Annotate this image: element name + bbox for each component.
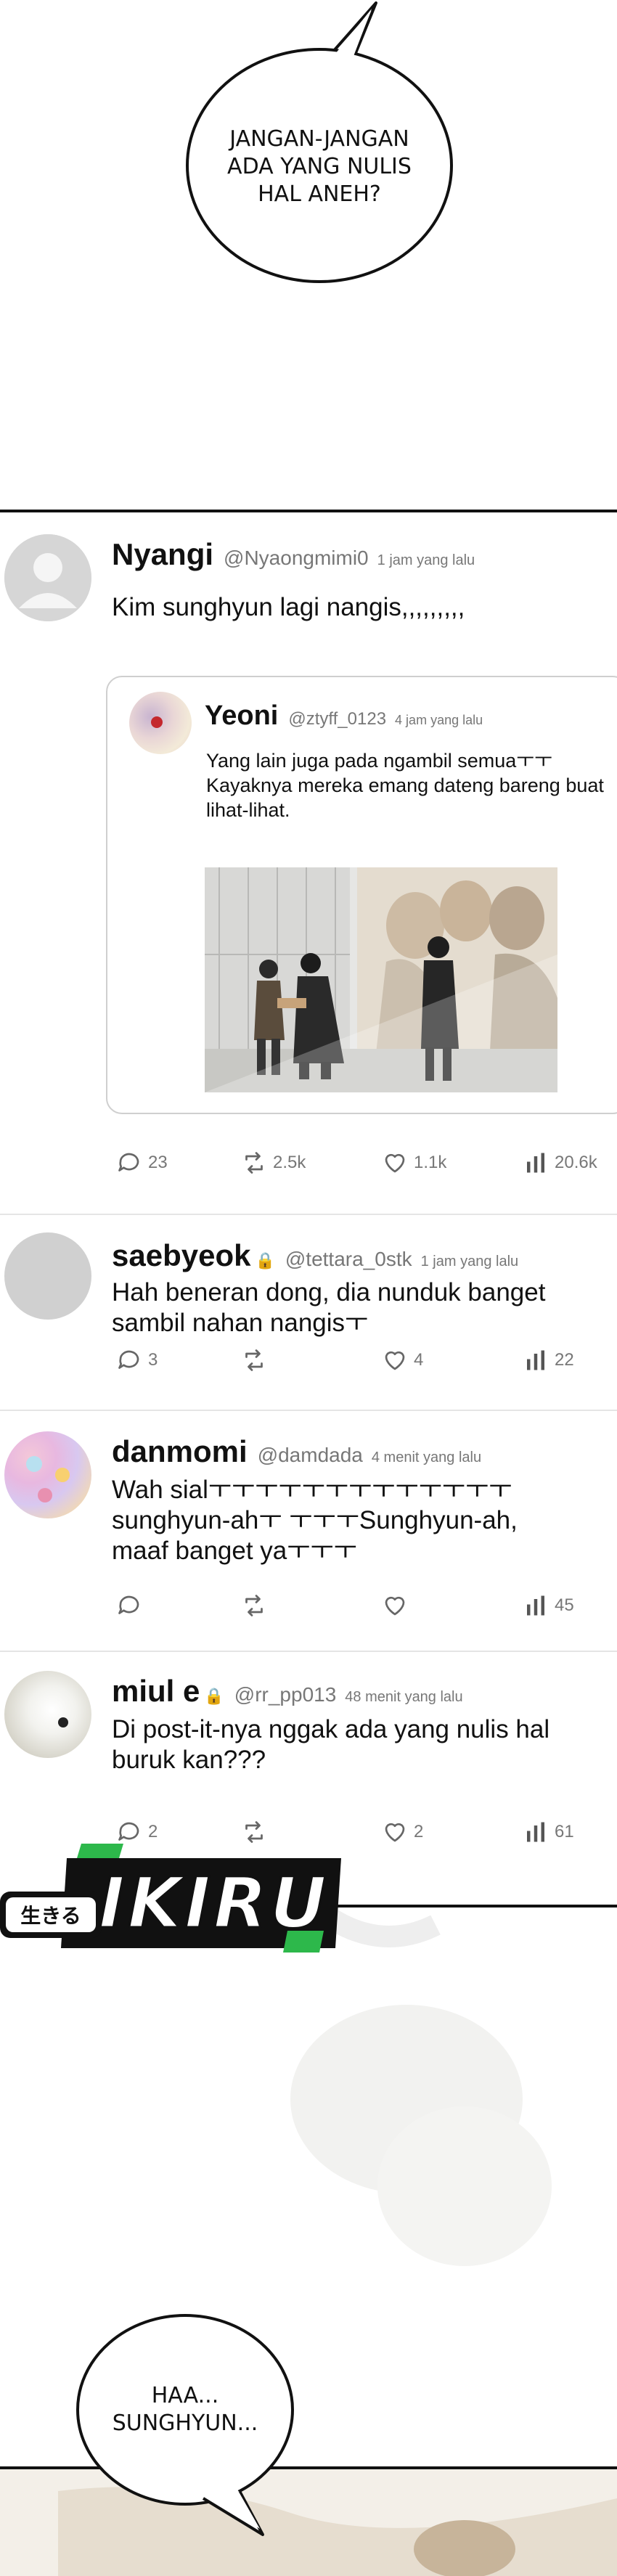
like-count: 1.1k [414, 1153, 447, 1172]
heart-icon [385, 1153, 405, 1173]
heart-icon [385, 1596, 405, 1616]
quoted-author: Yeoni @ztyff_0123 4 jam yang lalu [205, 700, 483, 732]
author-name[interactable]: saebyeok [112, 1238, 250, 1272]
logo-word: IKIRU [98, 1862, 330, 1945]
quoted-avatar[interactable] [129, 692, 192, 754]
author-name[interactable]: Nyangi [112, 537, 213, 571]
reply-icon [118, 1350, 139, 1369]
reply-count: 23 [148, 1153, 168, 1172]
post-author: Nyangi @Nyaongmimi0 1 jam yang lalu [112, 537, 475, 572]
quoted-text: Yang lain juga pada ngambil semuaㅜㅜ Kaya… [206, 750, 604, 821]
avatar[interactable] [4, 1232, 91, 1320]
like-button[interactable] [382, 1592, 414, 1619]
post-time: 1 jam yang lalu [377, 552, 475, 568]
lock-icon: 🔒 [255, 1251, 275, 1269]
quoted-handle[interactable]: @ztyff_0123 [288, 709, 386, 729]
views-button[interactable]: 45 [523, 1592, 574, 1619]
reply-button[interactable]: 23 [116, 1150, 168, 1176]
post-author: miul e 🔒 @rr_pp013 48 menit yang lalu [112, 1674, 463, 1709]
repost-icon [245, 1595, 263, 1616]
view-count: 61 [555, 1822, 574, 1841]
like-count: 2 [414, 1822, 424, 1841]
post-time: 48 menit yang lalu [345, 1689, 463, 1705]
repost-icon [245, 1821, 263, 1843]
author-handle[interactable]: @tettara_0stk [285, 1248, 412, 1270]
logo-kana: 生きる [20, 1904, 81, 1928]
views-button[interactable]: 20.6k [523, 1150, 597, 1176]
like-button[interactable]: 1.1k [382, 1150, 446, 1176]
heart-icon [385, 1351, 405, 1370]
repost-button[interactable] [241, 1347, 273, 1373]
reply-count: 3 [148, 1350, 158, 1370]
post-author: saebyeok 🔒 @tettara_0stk 1 jam yang lalu [112, 1238, 518, 1273]
view-count: 20.6k [555, 1153, 597, 1172]
avatar[interactable] [4, 1431, 91, 1518]
post-nyangi: Nyangi @Nyaongmimi0 1 jam yang lalu Kim su… [0, 512, 617, 1215]
author-handle[interactable]: @damdada [258, 1444, 363, 1466]
post-time: 4 menit yang lalu [371, 1449, 482, 1465]
views-chart-icon [527, 1822, 544, 1842]
post-actions: 23 2.5k 1.1k 20.6k [116, 1150, 597, 1179]
views-button[interactable]: 22 [523, 1347, 574, 1373]
like-button[interactable]: 2 [382, 1819, 423, 1845]
post-text: Hah beneran dong, dia nunduk banget samb… [112, 1278, 546, 1337]
user-placeholder-icon [4, 534, 91, 621]
speech-bubble-bottom-text: HAA... SUNGHYUN... [112, 2383, 258, 2436]
view-count: 22 [555, 1350, 574, 1370]
like-count: 4 [414, 1350, 424, 1370]
quoted-time: 4 jam yang lalu [395, 713, 483, 727]
reply-button[interactable] [116, 1592, 148, 1619]
ikiru-logo: 生きる IKIRU [0, 1844, 348, 1967]
repost-count: 2.5k [273, 1153, 306, 1172]
repost-button[interactable] [241, 1819, 273, 1845]
post-author: danmomi @damdada 4 menit yang lalu [112, 1434, 481, 1469]
post-actions: 45 [116, 1592, 581, 1622]
avatar[interactable] [4, 1671, 91, 1758]
heart-icon [385, 1823, 405, 1842]
lock-icon: 🔒 [204, 1687, 224, 1705]
like-button[interactable]: 4 [382, 1347, 423, 1373]
post-actions: 3 4 22 [116, 1347, 581, 1376]
post-text: Di post-it-nya nggak ada yang nulis hal … [112, 1715, 550, 1774]
views-chart-icon [527, 1350, 544, 1370]
quoted-post[interactable]: Yeoni @ztyff_0123 4 jam yang lalu Yang lai… [106, 676, 617, 1114]
social-feed-panel: Nyangi @Nyaongmimi0 1 jam yang lalu Kim su… [0, 510, 617, 1908]
reply-icon [118, 1153, 139, 1172]
speech-bubble-top-text: JANGAN-JANGAN ADA YANG NULIS HAL ANEH? [227, 126, 412, 207]
views-chart-icon [527, 1595, 544, 1616]
views-chart-icon [527, 1153, 544, 1173]
post-text: Kim sunghyun lagi nangis,,,,,,,,, [112, 593, 465, 621]
reply-icon [118, 1595, 139, 1614]
view-count: 45 [555, 1595, 574, 1615]
author-handle[interactable]: @Nyaongmimi0 [224, 547, 369, 569]
quoted-image[interactable] [205, 867, 557, 1092]
author-name[interactable]: miul e [112, 1674, 200, 1708]
street-scene-image [205, 867, 557, 1092]
repost-button[interactable] [241, 1592, 273, 1619]
post-saebyeok: saebyeok 🔒 @tettara_0stk 1 jam yang lalu Ha… [0, 1215, 617, 1411]
repost-button[interactable]: 2.5k [241, 1150, 306, 1176]
repost-icon [245, 1152, 263, 1174]
reply-button[interactable]: 3 [116, 1347, 158, 1373]
views-button[interactable]: 61 [523, 1819, 574, 1845]
author-handle[interactable]: @rr_pp013 [234, 1683, 337, 1706]
reply-button[interactable]: 2 [116, 1819, 158, 1845]
reply-count: 2 [148, 1822, 158, 1841]
post-time: 1 jam yang lalu [420, 1254, 519, 1269]
quoted-author-name[interactable]: Yeoni [205, 700, 278, 731]
post-danmomi: danmomi @damdada 4 menit yang lalu Wah sia… [0, 1411, 617, 1652]
avatar[interactable] [4, 534, 91, 621]
reply-icon [118, 1822, 139, 1841]
post-text: Wah sialㅜㅜㅜㅜㅜㅜㅜㅜㅜㅜㅜㅜㅜ sunghyun-ahㅜ ㅜㅜㅜSu… [112, 1476, 518, 1565]
author-name[interactable]: danmomi [112, 1434, 248, 1468]
repost-icon [245, 1349, 263, 1371]
